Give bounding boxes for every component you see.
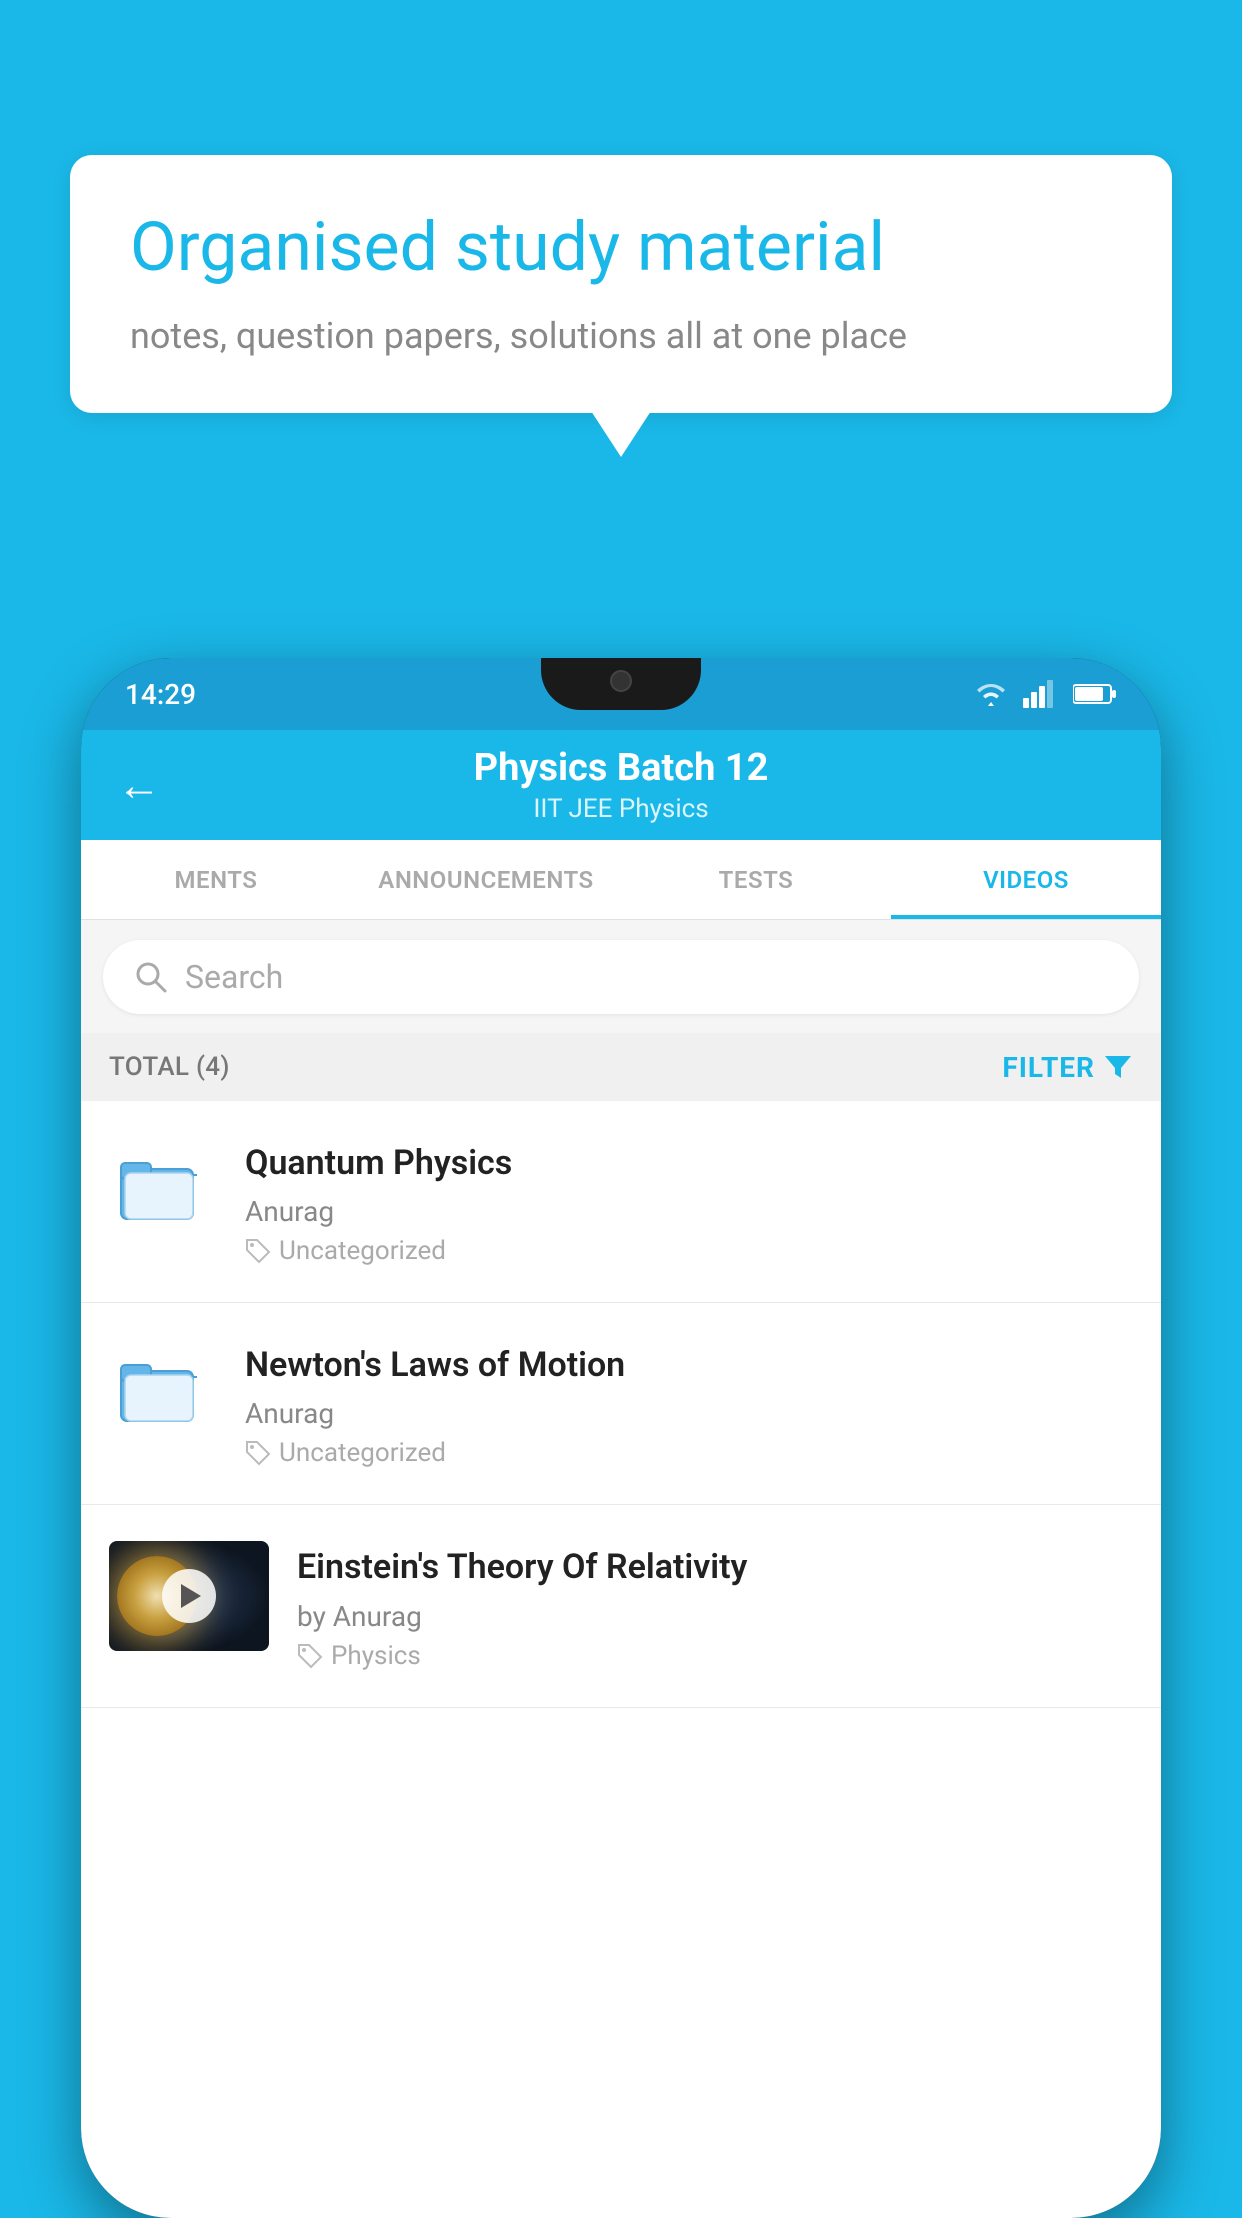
video-author: Anurag [245, 1195, 1133, 1228]
signal-icon [1023, 680, 1059, 708]
content-area: Quantum Physics Anurag Uncategorized [81, 1101, 1161, 2218]
speech-bubble: Organised study material notes, question… [70, 155, 1172, 413]
bubble-title: Organised study material [130, 207, 1112, 289]
tag-icon [297, 1643, 323, 1669]
wifi-icon [973, 680, 1009, 708]
tab-ments[interactable]: MENTS [81, 840, 351, 919]
total-count: TOTAL (4) [109, 1052, 230, 1082]
video-tag: Uncategorized [245, 1236, 1133, 1266]
bubble-subtitle: notes, question papers, solutions all at… [130, 311, 1112, 361]
tag-icon [245, 1238, 271, 1264]
video-tag: Physics [297, 1641, 1133, 1671]
search-icon [133, 959, 169, 995]
video-info: Quantum Physics Anurag Uncategorized [245, 1137, 1133, 1266]
search-input[interactable]: Search [185, 958, 283, 996]
notch [541, 658, 701, 710]
filter-button[interactable]: FILTER [1002, 1051, 1133, 1084]
camera [610, 670, 632, 692]
list-item[interactable]: Newton's Laws of Motion Anurag Uncategor… [81, 1303, 1161, 1505]
folder-icon-container [109, 1339, 209, 1439]
video-title: Einstein's Theory Of Relativity [297, 1545, 1133, 1589]
filter-bar: TOTAL (4) FILTER [81, 1033, 1161, 1101]
status-bar: 14:29 [81, 658, 1161, 730]
video-thumbnail [109, 1541, 269, 1651]
filter-funnel-icon [1103, 1052, 1133, 1082]
folder-icon [119, 1349, 199, 1429]
status-time: 14:29 [125, 678, 196, 711]
tab-announcements[interactable]: ANNOUNCEMENTS [351, 840, 621, 919]
video-title: Newton's Laws of Motion [245, 1343, 1133, 1387]
list-item[interactable]: Einstein's Theory Of Relativity by Anura… [81, 1505, 1161, 1707]
phone-device: 14:29 [81, 658, 1161, 2218]
phone-screen: 14:29 [81, 658, 1161, 2218]
speech-bubble-area: Organised study material notes, question… [70, 155, 1172, 413]
back-button[interactable]: ← [117, 759, 161, 811]
folder-icon-container [109, 1137, 209, 1237]
video-info: Einstein's Theory Of Relativity by Anura… [297, 1541, 1133, 1670]
tag-icon [245, 1440, 271, 1466]
search-area: Search [81, 920, 1161, 1034]
play-triangle-icon [181, 1584, 201, 1608]
header-subtitle: IIT JEE Physics [533, 794, 708, 824]
video-title: Quantum Physics [245, 1141, 1133, 1185]
search-bar[interactable]: Search [103, 940, 1139, 1014]
tab-bar: MENTS ANNOUNCEMENTS TESTS VIDEOS [81, 840, 1161, 920]
app-header: ← Physics Batch 12 IIT JEE Physics [81, 730, 1161, 840]
battery-icon [1073, 682, 1117, 706]
list-item[interactable]: Quantum Physics Anurag Uncategorized [81, 1101, 1161, 1303]
video-author: by Anurag [297, 1600, 1133, 1633]
folder-icon [119, 1147, 199, 1227]
tab-videos[interactable]: VIDEOS [891, 840, 1161, 919]
video-info: Newton's Laws of Motion Anurag Uncategor… [245, 1339, 1133, 1468]
video-tag: Uncategorized [245, 1438, 1133, 1468]
tab-tests[interactable]: TESTS [621, 840, 891, 919]
video-author: Anurag [245, 1397, 1133, 1430]
play-button[interactable] [162, 1569, 216, 1623]
header-title: Physics Batch 12 [474, 746, 769, 790]
status-icons [973, 680, 1117, 708]
